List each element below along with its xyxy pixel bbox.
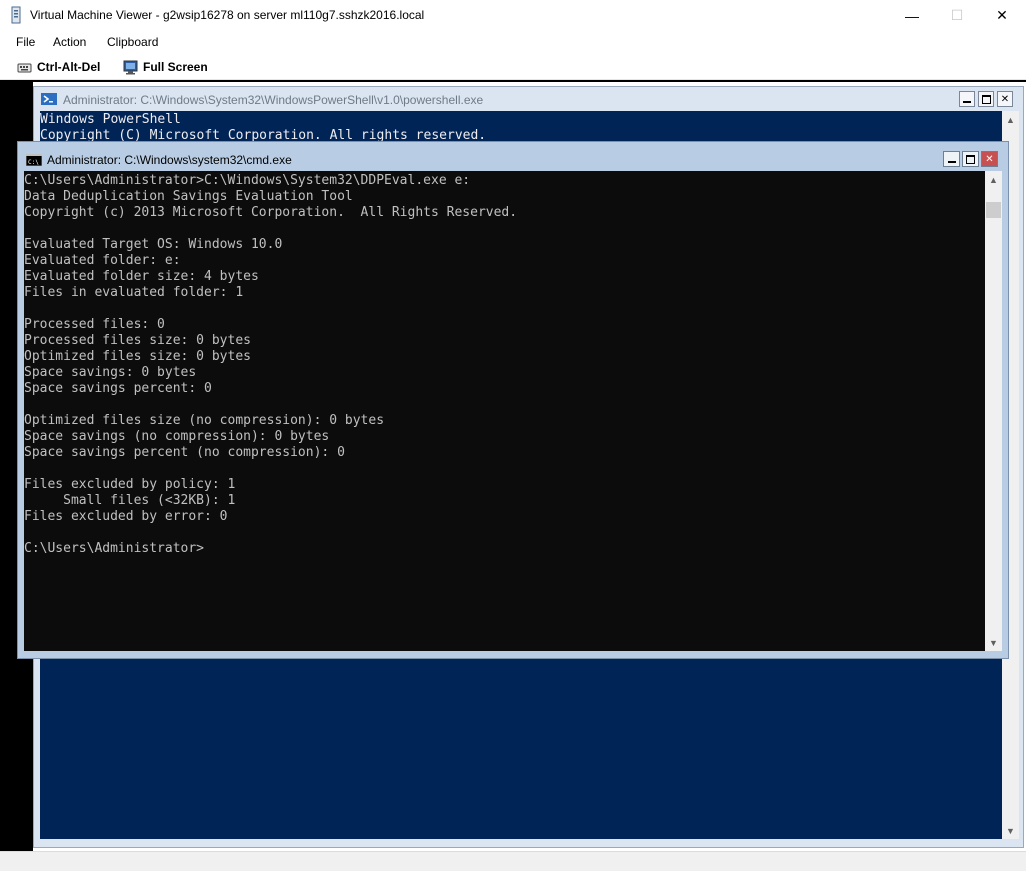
full-screen-label: Full Screen (143, 60, 208, 74)
cmd-title: Administrator: C:\Windows\system32\cmd.e… (47, 153, 292, 167)
cmd-scrollbar[interactable]: ▲ ▼ (985, 171, 1002, 651)
scroll-up-icon[interactable]: ▲ (1002, 111, 1019, 128)
cmd-close-button[interactable]: ✕ (981, 151, 998, 167)
powershell-icon (41, 92, 57, 106)
scroll-down-icon[interactable]: ▼ (985, 634, 1002, 651)
window-title: Virtual Machine Viewer - g2wsip16278 on … (30, 8, 425, 22)
cmd-output: C:\Users\Administrator>C:\Windows\System… (24, 173, 518, 556)
cmd-minimize-button[interactable] (943, 151, 960, 167)
keyboard-icon (17, 63, 32, 72)
powershell-maximize-button[interactable] (978, 91, 994, 107)
close-button[interactable]: ✕ (979, 0, 1025, 31)
cmd-scroll-thumb[interactable] (986, 202, 1001, 218)
vm-viewer-icon (10, 6, 22, 24)
menu-file[interactable]: File (16, 35, 35, 49)
scroll-up-icon[interactable]: ▲ (985, 171, 1002, 188)
status-bar (0, 851, 1026, 871)
powershell-minimize-button[interactable] (959, 91, 975, 107)
monitor-icon (123, 60, 138, 74)
menu-clipboard[interactable]: Clipboard (107, 35, 158, 49)
ctrl-alt-del-button[interactable]: Ctrl-Alt-Del (17, 59, 100, 75)
powershell-title: Administrator: C:\Windows\System32\Windo… (63, 93, 484, 107)
minimize-button[interactable]: — (889, 0, 935, 31)
full-screen-button[interactable]: Full Screen (123, 59, 208, 75)
powershell-output: Windows PowerShell Copyright (C) Microso… (40, 112, 487, 143)
menu-action[interactable]: Action (53, 35, 86, 49)
svg-text:C:\: C:\ (28, 159, 39, 166)
scroll-down-icon[interactable]: ▼ (1002, 822, 1019, 839)
cmd-maximize-button[interactable] (962, 151, 979, 167)
ctrl-alt-del-label: Ctrl-Alt-Del (37, 60, 101, 74)
maximize-button[interactable]: ☐ (934, 0, 980, 31)
powershell-close-button[interactable]: ✕ (997, 91, 1013, 107)
cmd-icon: C:\ (25, 153, 43, 167)
